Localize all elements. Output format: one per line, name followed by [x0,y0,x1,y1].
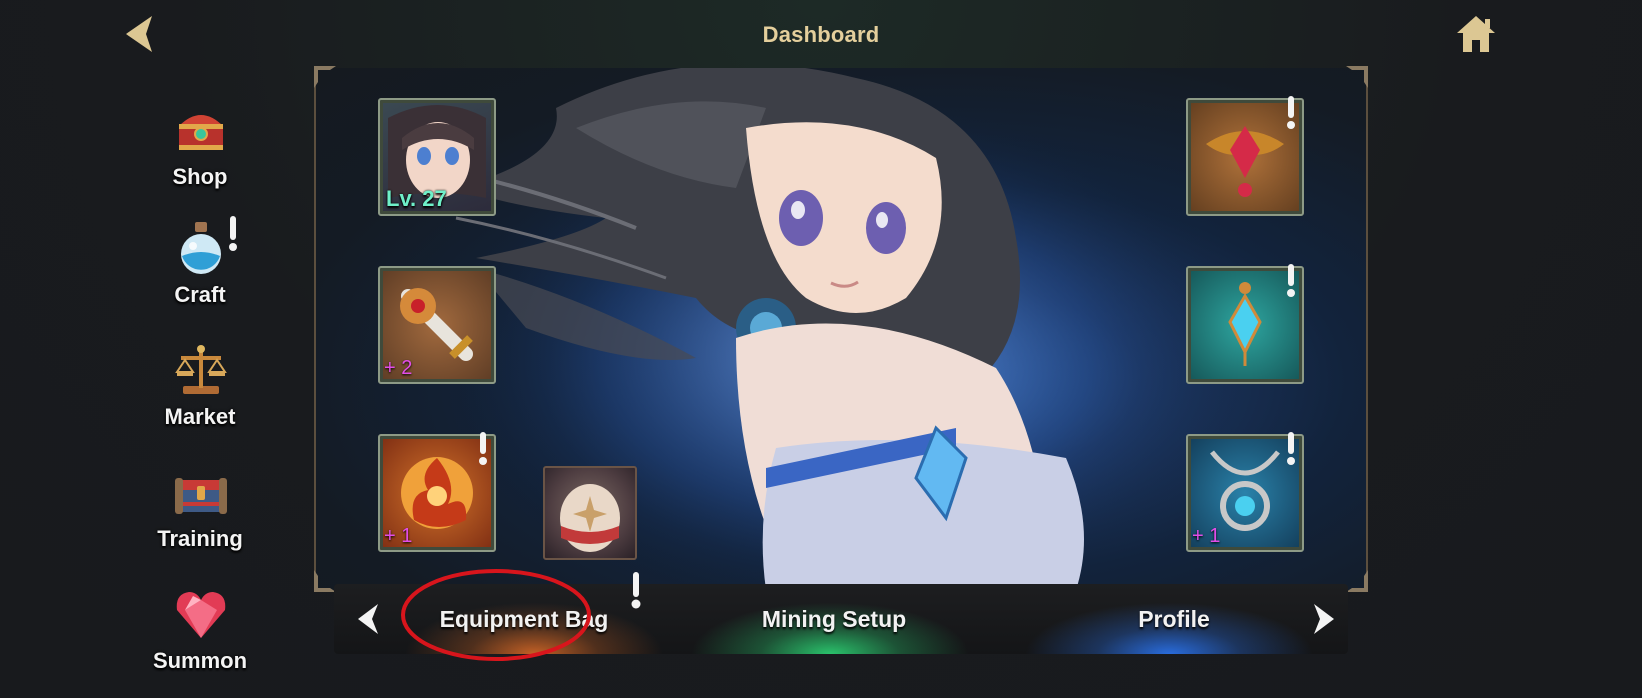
alert-icon [1287,432,1295,465]
page-title: Dashboard [762,22,880,47]
sidebar-item-market[interactable]: Market [140,342,260,452]
weapon-slot[interactable]: + 2 [378,266,496,384]
alert-icon [229,216,237,251]
training-chest-icon [175,478,227,514]
necklace-slot[interactable]: + 1 [1186,432,1304,552]
treasure-chest-icon [179,115,223,150]
enhance-level: + 2 [384,357,413,379]
frame-corner-ornament [314,66,336,88]
dashboard-screen: Dashboard Shop Craft Market Training Sum… [0,0,1642,698]
pet-egg-slot[interactable] [543,466,637,560]
home-icon [1457,16,1495,52]
sidebar-item-shop[interactable]: Shop [140,102,260,212]
sidebar-item-label: Shop [172,164,228,189]
enhance-level: + 1 [384,525,413,547]
sidebar-item-craft[interactable]: Craft [140,216,260,330]
tab-profile[interactable]: Profile [1054,584,1294,654]
tab-equipment-bag[interactable]: Equipment Bag [394,584,654,654]
alert-icon [631,572,641,609]
potion-flask-icon [181,222,221,274]
sidebar-item-label: Market [164,404,236,429]
bottom-tab-bar: Equipment Bag Mining Setup Profile [334,584,1348,654]
heart-gem-icon [176,592,226,638]
balance-scale-icon [175,345,227,394]
character-level: Lv. 27 [386,186,447,211]
sidebar-item-summon[interactable]: Summon [140,586,260,696]
alert-icon [479,432,487,465]
sidebar-item-label: Training [157,526,243,551]
egg-icon [560,484,620,552]
alert-icon [1287,96,1295,129]
chevron-right-icon[interactable] [1308,602,1338,636]
home-button[interactable] [1455,14,1497,54]
character-portrait-slot[interactable]: Lv. 27 [378,98,496,216]
chevron-left-icon[interactable] [354,602,384,636]
enhance-level: + 1 [1192,525,1221,547]
crest-slot[interactable] [1186,96,1304,216]
earring-slot[interactable] [1186,264,1304,384]
frame-corner-ornament [1346,66,1368,88]
sidebar-item-label: Craft [174,282,226,307]
tab-mining-setup[interactable]: Mining Setup [714,584,954,654]
alert-icon [1287,264,1295,297]
header-bar: Dashboard [0,0,1642,60]
sidebar-item-label: Summon [152,648,248,673]
sidebar-item-training[interactable]: Training [140,464,260,574]
emblem-slot[interactable]: + 1 [378,432,496,552]
